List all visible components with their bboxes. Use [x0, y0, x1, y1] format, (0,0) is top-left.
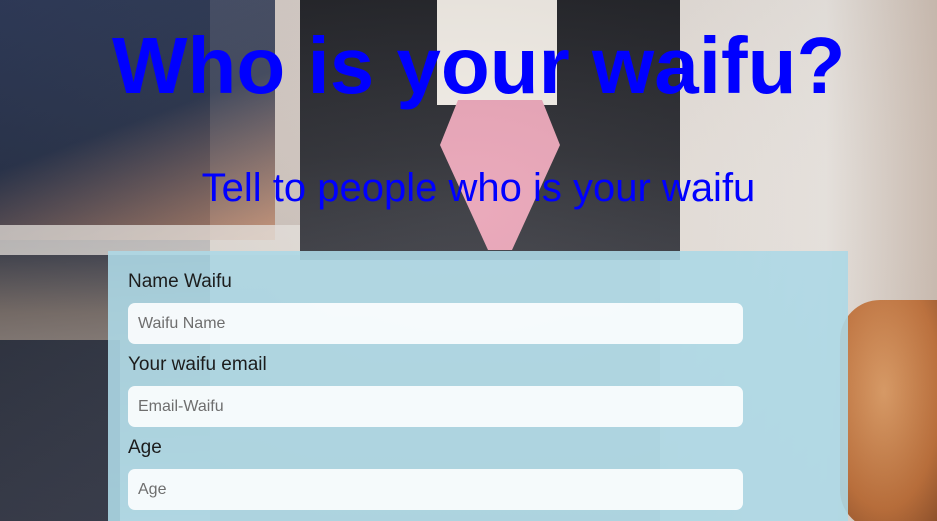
waifu-email-label: Your waifu email — [128, 354, 267, 375]
waifu-name-input[interactable] — [128, 303, 743, 344]
age-label: Age — [128, 437, 162, 458]
page-title: Who is your waifu? — [112, 21, 846, 110]
age-input[interactable] — [128, 469, 743, 510]
name-waifu-label: Name Waifu — [128, 271, 232, 292]
page-subtitle: Tell to people who is your waifu — [201, 166, 756, 210]
waifu-form: Name Waifu Your waifu email Age — [108, 251, 848, 521]
waifu-email-input[interactable] — [128, 386, 743, 427]
